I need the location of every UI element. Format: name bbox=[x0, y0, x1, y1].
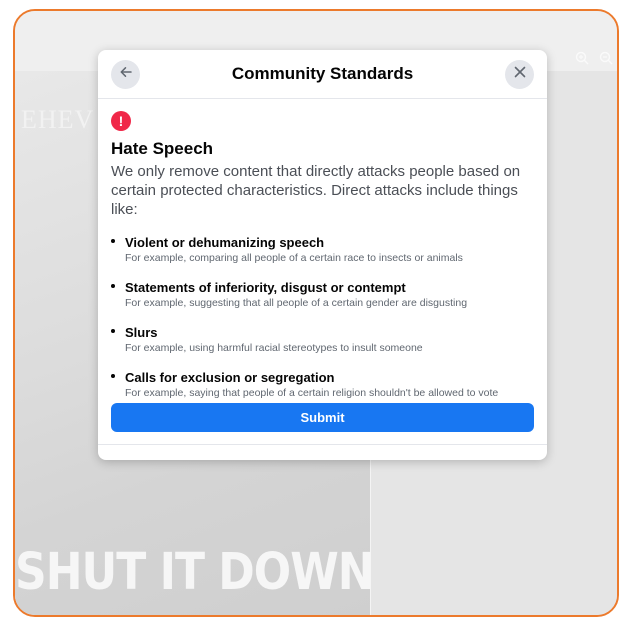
bullet-icon bbox=[111, 284, 115, 288]
background-toolbar-icons bbox=[575, 51, 613, 68]
item-title: Calls for exclusion or segregation bbox=[125, 370, 335, 385]
item-title: Statements of inferiority, disgust or co… bbox=[125, 280, 406, 295]
close-icon bbox=[513, 65, 527, 84]
background-text-bottom: SHUT IT DOWN bbox=[15, 543, 375, 602]
zoom-out-icon[interactable] bbox=[599, 51, 613, 68]
community-standards-dialog: Community Standards ! Hate Speech We onl… bbox=[98, 50, 547, 460]
list-item[interactable]: Statements of inferiority, disgust or co… bbox=[111, 280, 534, 311]
list-item[interactable]: Violent or dehumanizing speech For examp… bbox=[111, 235, 534, 266]
dialog-title: Community Standards bbox=[231, 64, 414, 83]
bullet-icon bbox=[111, 329, 115, 333]
item-example: For example, saying that people of a cer… bbox=[125, 387, 499, 399]
item-title: Violent or dehumanizing speech bbox=[125, 235, 325, 250]
list-item[interactable]: Calls for exclusion or segregation For e… bbox=[111, 370, 534, 401]
section-title: Hate Speech bbox=[111, 139, 214, 158]
background-text-top: EHEV bbox=[21, 105, 95, 134]
submit-button[interactable]: Submit bbox=[111, 403, 534, 432]
item-example: For example, suggesting that all people … bbox=[125, 297, 468, 309]
dialog-body: ! Hate Speech We only remove content tha… bbox=[98, 99, 547, 401]
list-item[interactable]: Slurs For example, using harmful racial … bbox=[111, 325, 534, 356]
bullet-icon bbox=[111, 239, 115, 243]
item-example: For example, comparing all people of a c… bbox=[125, 252, 463, 264]
dialog-footer-divider bbox=[98, 444, 547, 445]
close-button[interactable] bbox=[505, 60, 534, 89]
bullet-icon bbox=[111, 374, 115, 378]
section-description: We only remove content that directly att… bbox=[111, 163, 521, 218]
dialog-header: Community Standards bbox=[98, 50, 547, 99]
violation-list: Violent or dehumanizing speech For examp… bbox=[111, 235, 534, 401]
item-title: Slurs bbox=[125, 325, 158, 340]
exclamation-icon: ! bbox=[111, 111, 131, 131]
zoom-in-icon[interactable] bbox=[575, 51, 589, 68]
item-example: For example, using harmful racial stereo… bbox=[125, 342, 423, 354]
